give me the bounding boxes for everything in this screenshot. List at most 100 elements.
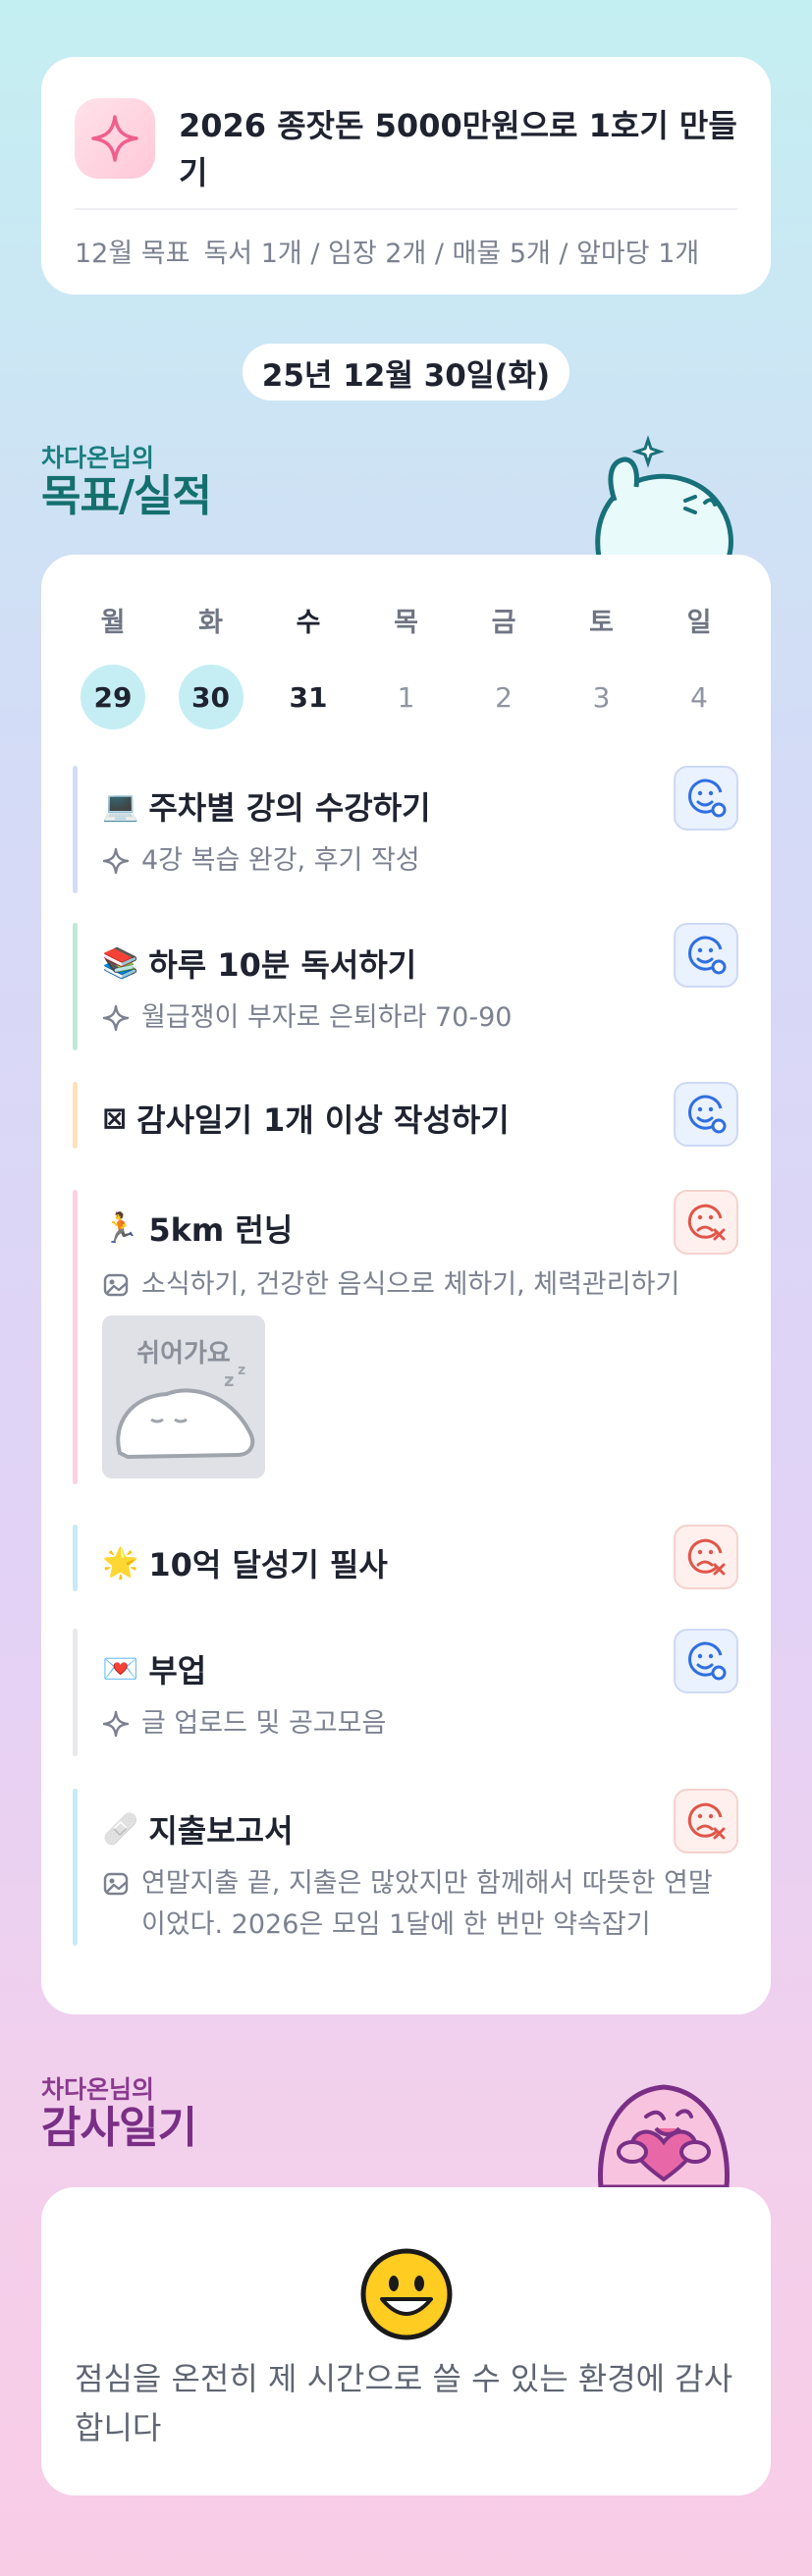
day-of-week-label: 수: [296, 608, 321, 638]
task-item[interactable]: 🌟 10억 달성기 필사: [73, 1525, 738, 1591]
mascot-heart-illustration: [587, 2062, 740, 2190]
goal-month-label: 12월 목표: [75, 239, 190, 269]
day-number: 1: [397, 680, 415, 714]
task-item[interactable]: 💌 부업글 업로드 및 공고모음: [73, 1629, 738, 1756]
task-title: 💻 주차별 강의 수강하기: [102, 783, 431, 829]
task-emoji-icon: 💻: [102, 788, 139, 824]
task-title: 🏃 5km 런닝: [102, 1206, 293, 1251]
week-day[interactable]: 토3: [569, 604, 634, 729]
section-title: 감사일기: [41, 2103, 197, 2153]
day-number: 31: [289, 680, 328, 714]
sparkle-icon: [102, 840, 134, 882]
section-title: 목표/실적: [41, 471, 212, 521]
day-number: 4: [690, 680, 708, 714]
day-of-week-label: 월: [100, 608, 126, 638]
task-title-text: 하루 10분 독서하기: [148, 946, 417, 984]
task-note-text: 4강 복습 완강, 후기 작성: [141, 845, 420, 876]
task-note-text: 월급쟁이 부자로 은퇴하라 70-90: [141, 1002, 513, 1033]
day-number: 2: [495, 680, 513, 714]
task-title-text: 10억 달성기 필사: [148, 1546, 388, 1583]
week-day[interactable]: 수 31: [276, 604, 341, 729]
task-note-text: 소식하기, 건강한 음식으로 체하기, 체력관리하기: [141, 1269, 680, 1300]
task-color-bar: [73, 766, 78, 893]
task-emoji-icon: 🏃: [102, 1210, 139, 1246]
completed-status-icon[interactable]: [674, 923, 738, 988]
task-emoji-icon: 💌: [102, 1651, 139, 1687]
task-note-text: 글 업로드 및 공고모음: [141, 1708, 387, 1739]
task-color-bar: [73, 1082, 78, 1149]
completed-status-icon[interactable]: [674, 1082, 738, 1147]
task-item[interactable]: 🩹 지출보고서연말지출 끝, 지출은 많았지만 함께해서 따뜻한 연말이었다. 2…: [73, 1789, 738, 1946]
gratitude-card[interactable]: 점심을 온전히 제 시간으로 쓸 수 있는 환경에 감사합니다: [41, 2187, 771, 2496]
task-title-text: 부업: [148, 1652, 207, 1690]
week-day[interactable]: 화 30: [178, 604, 244, 729]
task-note: 4강 복습 완강, 후기 작성: [102, 840, 721, 882]
completed-status-icon[interactable]: [674, 766, 738, 831]
week-day[interactable]: 월 29: [81, 604, 145, 729]
task-item[interactable]: 💻 주차별 강의 수강하기 4강 복습 완강, 후기 작성: [73, 766, 738, 893]
goal-tracker-card: 월 29 화 30 수 31 목 1 금 2 토 3 일 4 💻 주차별 강의 수강하기 4강 복습 완강, …: [41, 555, 771, 2014]
task-note-text: 연말지출 끝, 지출은 많았지만 함께해서 따뜻한 연말이었다. 2026은 모…: [141, 1868, 713, 1940]
task-emoji-icon: 📚: [102, 945, 139, 981]
task-title-text: 지출보고서: [148, 1812, 294, 1850]
week-day[interactable]: 일4: [667, 604, 731, 729]
task-note: 월급쟁이 부자로 은퇴하라 70-90: [102, 997, 721, 1039]
day-number: 30: [178, 665, 244, 729]
missed-status-icon[interactable]: [674, 1190, 738, 1255]
svg-text:z: z: [224, 1370, 234, 1391]
task-item[interactable]: 📚 하루 10분 독서하기월급쟁이 부자로 은퇴하라 70-90: [73, 923, 738, 1050]
task-title: 💌 부업: [102, 1646, 206, 1691]
thanks-section-heading: 차다온님의 감사일기: [41, 2075, 197, 2153]
mascot-illustration: [589, 432, 736, 561]
task-emoji-icon: 🌟: [102, 1545, 139, 1581]
photo-icon: [102, 1264, 134, 1306]
section-owner-label: 차다온님의: [41, 444, 155, 472]
task-title: ⊠ 감사일기 1개 이상 작성하기: [102, 1096, 510, 1141]
week-day[interactable]: 목1: [374, 604, 439, 729]
week-day[interactable]: 금2: [471, 604, 536, 729]
task-title: 🌟 10억 달성기 필사: [102, 1540, 388, 1585]
task-item[interactable]: 🏃 5km 런닝소식하기, 건강한 음식으로 체하기, 체력관리하기 z z 쉬어가요: [73, 1190, 738, 1484]
day-of-week-label: 일: [686, 608, 712, 638]
day-number: 29: [81, 665, 145, 729]
task-item[interactable]: ⊠ 감사일기 1개 이상 작성하기: [73, 1082, 738, 1149]
task-note: 연말지출 끝, 지출은 많았지만 함께해서 따뜻한 연말이었다. 2026은 모…: [102, 1863, 721, 1946]
sparkle-icon: [102, 1703, 134, 1744]
task-emoji-icon: ⊠: [102, 1100, 128, 1136]
task-title-text: 주차별 강의 수강하기: [148, 789, 431, 827]
sparkle-icon: [75, 98, 155, 179]
rest-photo-thumbnail[interactable]: z z 쉬어가요: [102, 1315, 265, 1478]
goal-targets-text: 독서 1개 / 임장 2개 / 매물 5개 / 앞마당 1개: [203, 239, 700, 269]
day-of-week-label: 금: [491, 608, 516, 638]
section-owner-label: 차다온님의: [41, 2075, 155, 2104]
task-color-bar: [73, 1190, 78, 1484]
date-selector[interactable]: 25년 12월 30일(화): [243, 344, 569, 401]
task-emoji-icon: 🩹: [102, 1811, 139, 1847]
day-of-week-label: 토: [589, 608, 614, 638]
divider: [75, 208, 737, 210]
week-strip: 월 29 화 30 수 31 목 1 금 2 토 3 일 4: [81, 604, 731, 729]
day-of-week-label: 화: [198, 608, 223, 638]
completed-status-icon[interactable]: [674, 1629, 738, 1693]
task-color-bar: [73, 1789, 78, 1946]
task-title-text: 감사일기 1개 이상 작성하기: [136, 1101, 510, 1139]
task-title: 📚 하루 10분 독서하기: [102, 940, 416, 986]
goal-targets: 12월 목표 독서 1개 / 임장 2개 / 매물 5개 / 앞마당 1개: [75, 232, 737, 270]
missed-status-icon[interactable]: [674, 1789, 738, 1853]
day-number: 3: [592, 680, 611, 714]
task-title: 🩹 지출보고서: [102, 1806, 294, 1852]
missed-status-icon[interactable]: [674, 1525, 738, 1589]
task-note: 글 업로드 및 공고모음: [102, 1703, 721, 1744]
task-color-bar: [73, 1525, 78, 1591]
task-title-text: 5km 런닝: [148, 1211, 294, 1249]
goal-card[interactable]: 2026 종잣돈 5000만원으로 1호기 만들기 12월 목표 독서 1개 / …: [41, 57, 771, 295]
goal-title: 2026 종잣돈 5000만원으로 1호기 만들기: [179, 107, 737, 191]
task-color-bar: [73, 1629, 78, 1756]
photo-icon: [102, 1863, 134, 1905]
task-note: 소식하기, 건강한 음식으로 체하기, 체력관리하기: [102, 1264, 721, 1306]
sparkle-icon: [102, 997, 134, 1039]
day-of-week-label: 목: [394, 608, 418, 638]
gratitude-text: 점심을 온전히 제 시간으로 쓸 수 있는 환경에 감사합니다: [75, 2360, 733, 2446]
task-color-bar: [73, 923, 78, 1050]
smiley-emoji-icon: [360, 2248, 453, 2340]
